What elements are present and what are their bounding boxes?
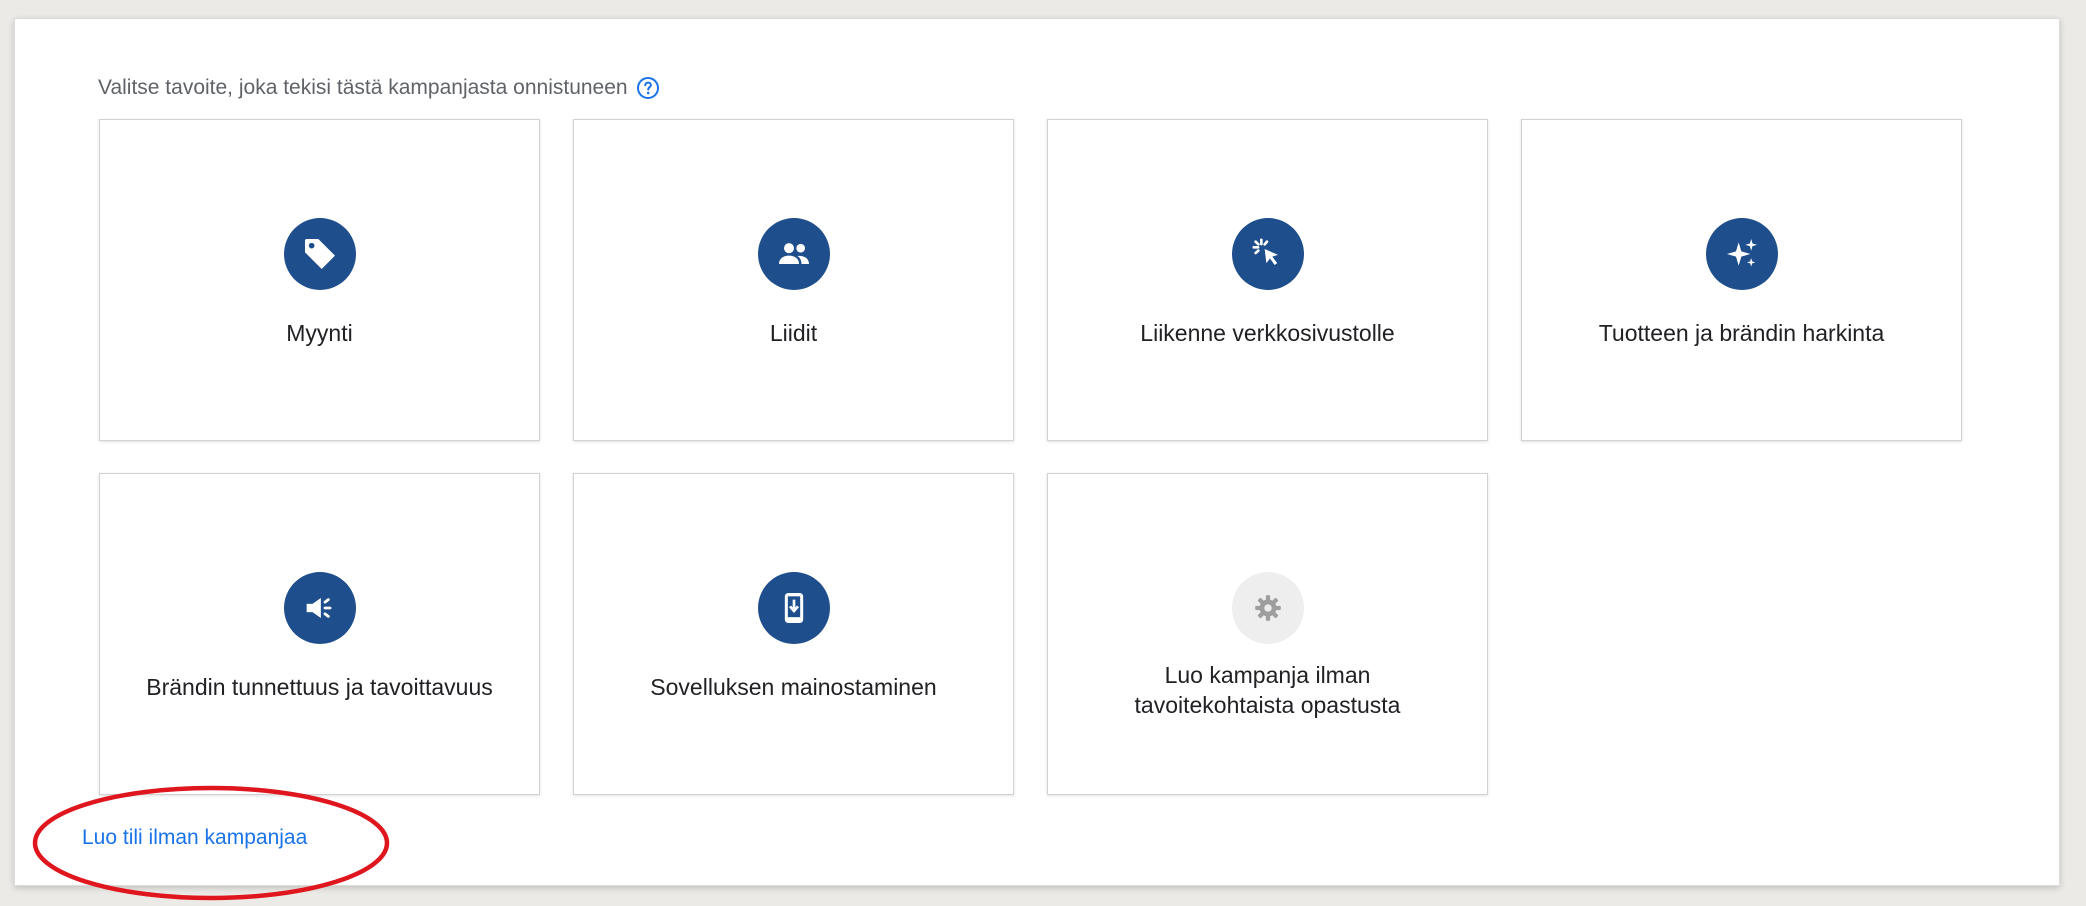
goal-card-app-promotion[interactable]: Sovelluksen mainostaminen xyxy=(573,473,1014,795)
goal-card-label: Liidit xyxy=(769,320,818,346)
goal-prompt-text: Valitse tavoite, joka tekisi tästä kampa… xyxy=(98,76,628,99)
goal-card-website-traffic[interactable]: Liikenne verkkosivustolle xyxy=(1047,119,1488,441)
gear-icon xyxy=(1231,572,1304,644)
goal-prompt: Valitse tavoite, joka tekisi tästä kampa… xyxy=(98,76,660,100)
goal-card-label: Brändin tunnettuus ja tavoittavuus xyxy=(146,674,493,700)
cursor-click-icon xyxy=(1231,218,1304,290)
megaphone-icon xyxy=(283,572,356,644)
goal-card-brand-consideration[interactable]: Tuotteen ja brändin harkinta xyxy=(1521,119,1962,441)
goal-card-label: Myynti xyxy=(286,320,353,346)
goal-card-label: Sovelluksen mainostaminen xyxy=(650,674,937,700)
goal-card-no-guidance[interactable]: Luo kampanja ilman tavoitekohtaista opas… xyxy=(1047,473,1488,795)
goal-card-brand-awareness[interactable]: Brändin tunnettuus ja tavoittavuus xyxy=(99,473,540,795)
goal-card-label: Luo kampanja ilman tavoitekohtaista opas… xyxy=(1134,662,1401,718)
people-icon xyxy=(757,218,830,290)
goal-card-leads[interactable]: Liidit xyxy=(573,119,1014,441)
goal-card-label: Tuotteen ja brändin harkinta xyxy=(1598,320,1885,346)
sparkle-icon xyxy=(1705,218,1778,290)
goal-card-label: Liikenne verkkosivustolle xyxy=(1140,320,1395,346)
create-account-without-campaign-link[interactable]: Luo tili ilman kampanjaa xyxy=(82,826,307,850)
phone-download-icon xyxy=(757,572,830,644)
tag-icon xyxy=(283,218,356,290)
goal-card-sales[interactable]: Myynti xyxy=(99,119,540,441)
help-circle-icon[interactable] xyxy=(636,76,660,100)
